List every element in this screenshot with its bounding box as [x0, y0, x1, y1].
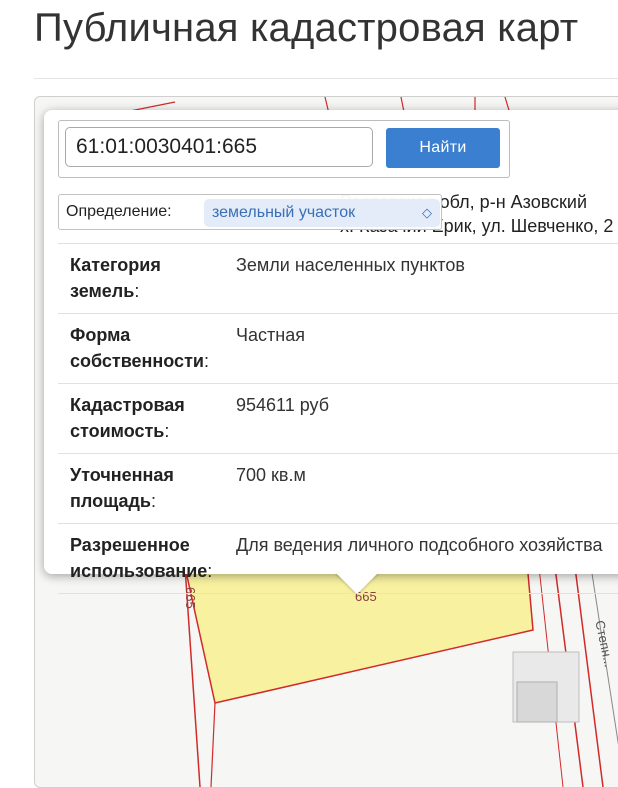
cadastral-number-input[interactable]	[65, 127, 373, 167]
parcel-details-table: Категория земель: Земли населенных пункто…	[58, 243, 618, 594]
detail-key: Категория земель:	[58, 243, 226, 314]
table-row: Разрешенное использование: Для ведения ли…	[58, 523, 618, 594]
detail-value: Земли населенных пунктов	[226, 243, 618, 314]
detail-value: 954611 руб	[226, 383, 618, 454]
table-row: Уточненная площадь: 700 кв.м	[58, 453, 618, 524]
parcel-boundary-line	[210, 702, 216, 787]
page-title: Публичная кадастровая карт	[34, 6, 579, 50]
title-divider	[34, 78, 618, 79]
table-row: Форма собственности: Частная	[58, 313, 618, 384]
road-edge-line	[590, 566, 618, 745]
chevron-updown-icon: ◇	[422, 205, 432, 220]
detail-key: Уточненная площадь:	[58, 453, 226, 524]
detail-value: Частная	[226, 313, 618, 384]
building-footprint	[516, 681, 558, 723]
find-button[interactable]: Найти	[386, 128, 500, 168]
definition-label: Определение:	[66, 203, 172, 220]
detail-value: Для ведения личного подсобного хозяйства	[226, 523, 618, 594]
detail-key: Кадастровая стоимость:	[58, 383, 226, 454]
definition-dropdown[interactable]: земельный участок ◇	[204, 199, 440, 227]
detail-value: 700 кв.м	[226, 453, 618, 524]
detail-key: Форма собственности:	[58, 313, 226, 384]
detail-key: Разрешенное использование:	[58, 523, 226, 594]
table-row: Кадастровая стоимость: 954611 руб	[58, 383, 618, 454]
table-row: Категория земель: Земли населенных пункто…	[58, 243, 618, 314]
definition-selected-value: земельный участок	[212, 204, 356, 221]
